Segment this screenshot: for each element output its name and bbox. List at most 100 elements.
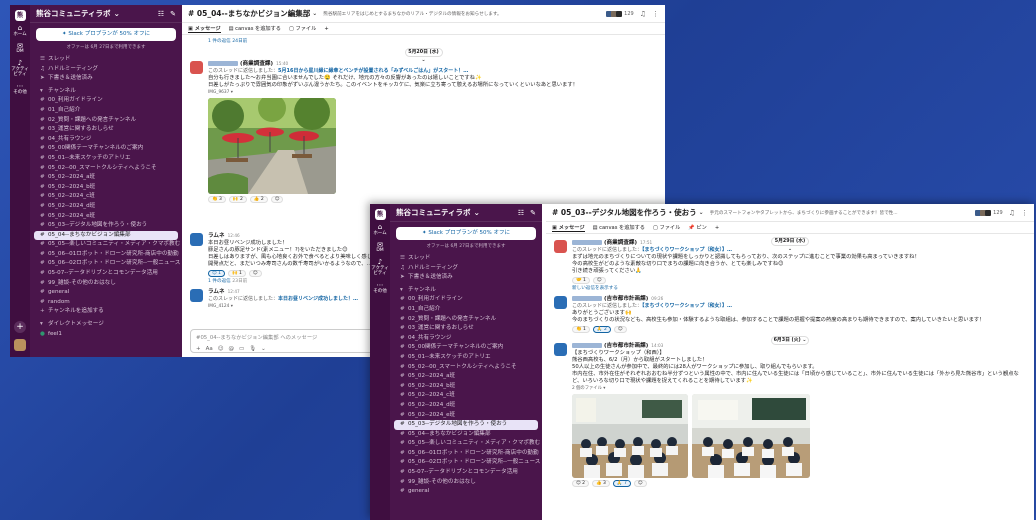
sidebar-channel-item[interactable]: #05-07--データドリブンとコモンデータ活用 [390,468,542,478]
sidebar-item-threads[interactable]: ☰ スレッド [30,55,182,65]
sidebar-channel-item[interactable]: #05_01--未来スケッチのアトリエ [30,154,182,164]
thread-reply-summary[interactable]: 1 件の返信 24日前 [208,38,657,44]
sidebar-channel-item[interactable]: #99_雑談-その他のおはなし [30,279,182,289]
tab-messages[interactable]: ▣ メッセージ [552,224,585,232]
sidebar-channel-item[interactable]: #05_03--デジタル地図を作ろう・使おう [394,420,538,430]
sidebar-channel-item[interactable]: #03_運営に関するおしらせ [390,324,542,334]
sidebar-channel-item[interactable]: #05_00関係テーマチャンネルのご案内 [30,144,182,154]
compose-icon[interactable]: ✎ [530,209,536,217]
photo-classroom-2[interactable] [692,393,810,478]
sidebar-channel-item[interactable]: #05_02--2024_e班 [30,212,182,222]
composer-tool[interactable]: Aa [206,346,213,352]
sidebar-channel-item[interactable]: #05_02--2024_b班 [30,183,182,193]
tab-add[interactable]: + [715,225,719,231]
sidebar-channel-item[interactable]: #99_雑談-その他のおはなし [390,478,542,488]
reaction-chip[interactable]: 🙌 2 [228,195,247,203]
avatar[interactable] [190,288,203,302]
tab-canvas[interactable]: ▤ canvas を追加する [593,224,645,231]
promo-button[interactable]: ✦ Slack プロプランが 50% オフに [396,227,536,240]
reaction-chip[interactable]: 👍 2 [249,195,268,203]
sidebar-item-huddles[interactable]: ♫ ハドルミーティング [30,65,182,75]
workspace-icon[interactable]: 熊 [374,209,386,220]
timestamp[interactable]: 17:51 [640,240,652,245]
tab-files[interactable]: ▢ ファイル [289,25,316,32]
add-reaction-button[interactable]: ☺ [633,479,647,487]
avatar[interactable] [554,342,567,356]
sidebar-channel-item[interactable]: #05_02--00_スマートクルシティへようこそ [30,164,182,174]
rail-activity[interactable]: ♪ アクティビティ [370,259,390,277]
sidebar-channel-item[interactable]: #05_05--楽しいコミュニティ・メディア・クマポ教む [30,240,182,250]
section-channels[interactable]: ▾ チャンネル [390,286,542,296]
more-vertical-icon[interactable]: ⋮ [652,10,659,18]
tab-files[interactable]: ▢ ファイル [653,224,680,231]
workspace-header[interactable]: 熊谷コミュニティラボ ⌄ ☷ ✎ [390,204,542,222]
sidebar-channel-item[interactable]: #02_質問・課題への発言チャンネル [30,116,182,126]
composer-tool[interactable]: + [196,346,201,352]
add-reaction-button[interactable]: ☺ [592,276,606,284]
rail-more[interactable]: ⋯ その他 [370,281,390,295]
avatar[interactable] [554,295,567,309]
member-avatars[interactable]: 129 [606,10,634,17]
photo-classroom-1[interactable] [572,393,688,478]
sidebar-channel-item[interactable]: #05_06--02ロボット・ドローン研究所--一般ニュース [30,259,182,269]
reaction-chip[interactable]: 👏 1 [572,325,590,333]
more-vertical-icon[interactable]: ⋮ [1021,209,1028,217]
workspace-icon[interactable]: 熊 [14,10,26,21]
headphones-icon[interactable]: ♫ [640,10,646,18]
headphones-icon[interactable]: ♫ [1009,209,1015,217]
add-reaction-button[interactable]: ☺ [248,269,262,277]
sidebar-channel-item[interactable]: #01_自己紹介 [390,305,542,315]
sidebar-channel-item[interactable]: #04_共有ラウンジ [30,135,182,145]
timestamp[interactable]: 12:46 [228,233,240,238]
avatar[interactable] [554,240,567,253]
photo-riverside-parasols[interactable] [208,97,336,194]
reaction-chip[interactable]: 🤝 1 [572,276,590,284]
workspace-header[interactable]: 熊谷コミュニティラボ ⌄ ☷ ✎ [30,5,182,23]
sidebar-channel-item[interactable]: #05_02--2024_c班 [30,192,182,202]
composer-tool[interactable]: ▭ [239,346,244,352]
sidebar-item-threads[interactable]: ☰ スレッド [390,254,542,264]
tab-pins[interactable]: 📌 ピン [688,224,707,231]
sidebar-channel-item[interactable]: #05_06--01ロボット・ドローン研究所-商店中の勤勤 [390,449,542,459]
reaction-chip[interactable]: 👍 3 [592,479,610,487]
reaction-chip[interactable]: 🙌 1 [228,269,246,277]
channel-title[interactable]: # 05_03--デジタル地図を作ろう・使おう [552,207,697,218]
filter-icon[interactable]: ☷ [518,209,524,217]
sidebar-channel-item[interactable]: #05-07--データドリブンとコモンデータ活用 [30,269,182,279]
timestamp[interactable]: 12:47 [228,289,240,294]
file-caption[interactable]: IMG_9637 ▾ [208,90,657,96]
sidebar-channel-item[interactable]: # general [390,487,542,497]
filter-icon[interactable]: ☷ [158,10,164,18]
sidebar-channel-item[interactable]: #05_02--2024_e班 [390,411,542,421]
reply-link[interactable]: 本日お昼リベンジ成功しました！… [278,296,358,302]
sidebar-channel-item[interactable]: #05_01--未来スケッチのアトリエ [390,353,542,363]
sidebar-channel-item[interactable]: #05_06--01ロボット・ドローン研究所-商店中の勤勤 [30,250,182,260]
reaction-chip[interactable]: 😊 1 [208,269,225,277]
workspace-name[interactable]: 熊谷コミュニティラボ [396,207,471,218]
sidebar-channel-item[interactable]: #04_共有ラウンジ [390,334,542,344]
reply-link[interactable]: 【まちづくりワークショップ（和女）】… [642,247,732,253]
sidebar-channel-item[interactable]: # general [30,288,182,298]
rail-more[interactable]: ⋯ その他 [10,82,30,96]
rail-home[interactable]: ⌂ ホーム [370,223,390,237]
sidebar-channel-item[interactable]: #00_利用ガイドライン [390,295,542,305]
add-reaction-button[interactable]: ☺ [270,195,284,203]
sidebar-channel-item[interactable]: #00_利用ガイドライン [30,96,182,106]
section-dms[interactable]: ▾ ダイレクトメッセージ [30,320,182,330]
composer-tool[interactable]: ⌄ [261,346,266,352]
sidebar-channel-item[interactable]: #05_02--2024_a班 [30,173,182,183]
member-avatars[interactable]: 129 [975,209,1003,216]
composer-tool[interactable]: @ [228,346,234,352]
chevron-down-icon[interactable]: ⌄ [699,209,704,216]
compose-icon[interactable]: ✎ [170,10,176,18]
chevron-down-icon[interactable]: ⌄ [312,10,317,17]
sidebar-channel-item[interactable]: #05_02--2024_c班 [390,391,542,401]
composer-tool[interactable]: ☺ [218,346,224,352]
sidebar-channel-item[interactable]: #05_05--楽しいコミュニティ・メディア・クマポ教む [390,439,542,449]
sidebar-channel-item[interactable]: #05_04--まちなかビジョン編集部 [34,230,178,241]
tab-canvas[interactable]: ▤ canvas を追加する [229,25,281,32]
section-channels[interactable]: ▾ チャンネル [30,87,182,97]
rail-dm[interactable]: ✉ DM [370,241,390,255]
add-workspace-button[interactable]: + [14,321,26,333]
channel-title[interactable]: # 05_04--まちなかビジョン編集部 [188,8,310,19]
